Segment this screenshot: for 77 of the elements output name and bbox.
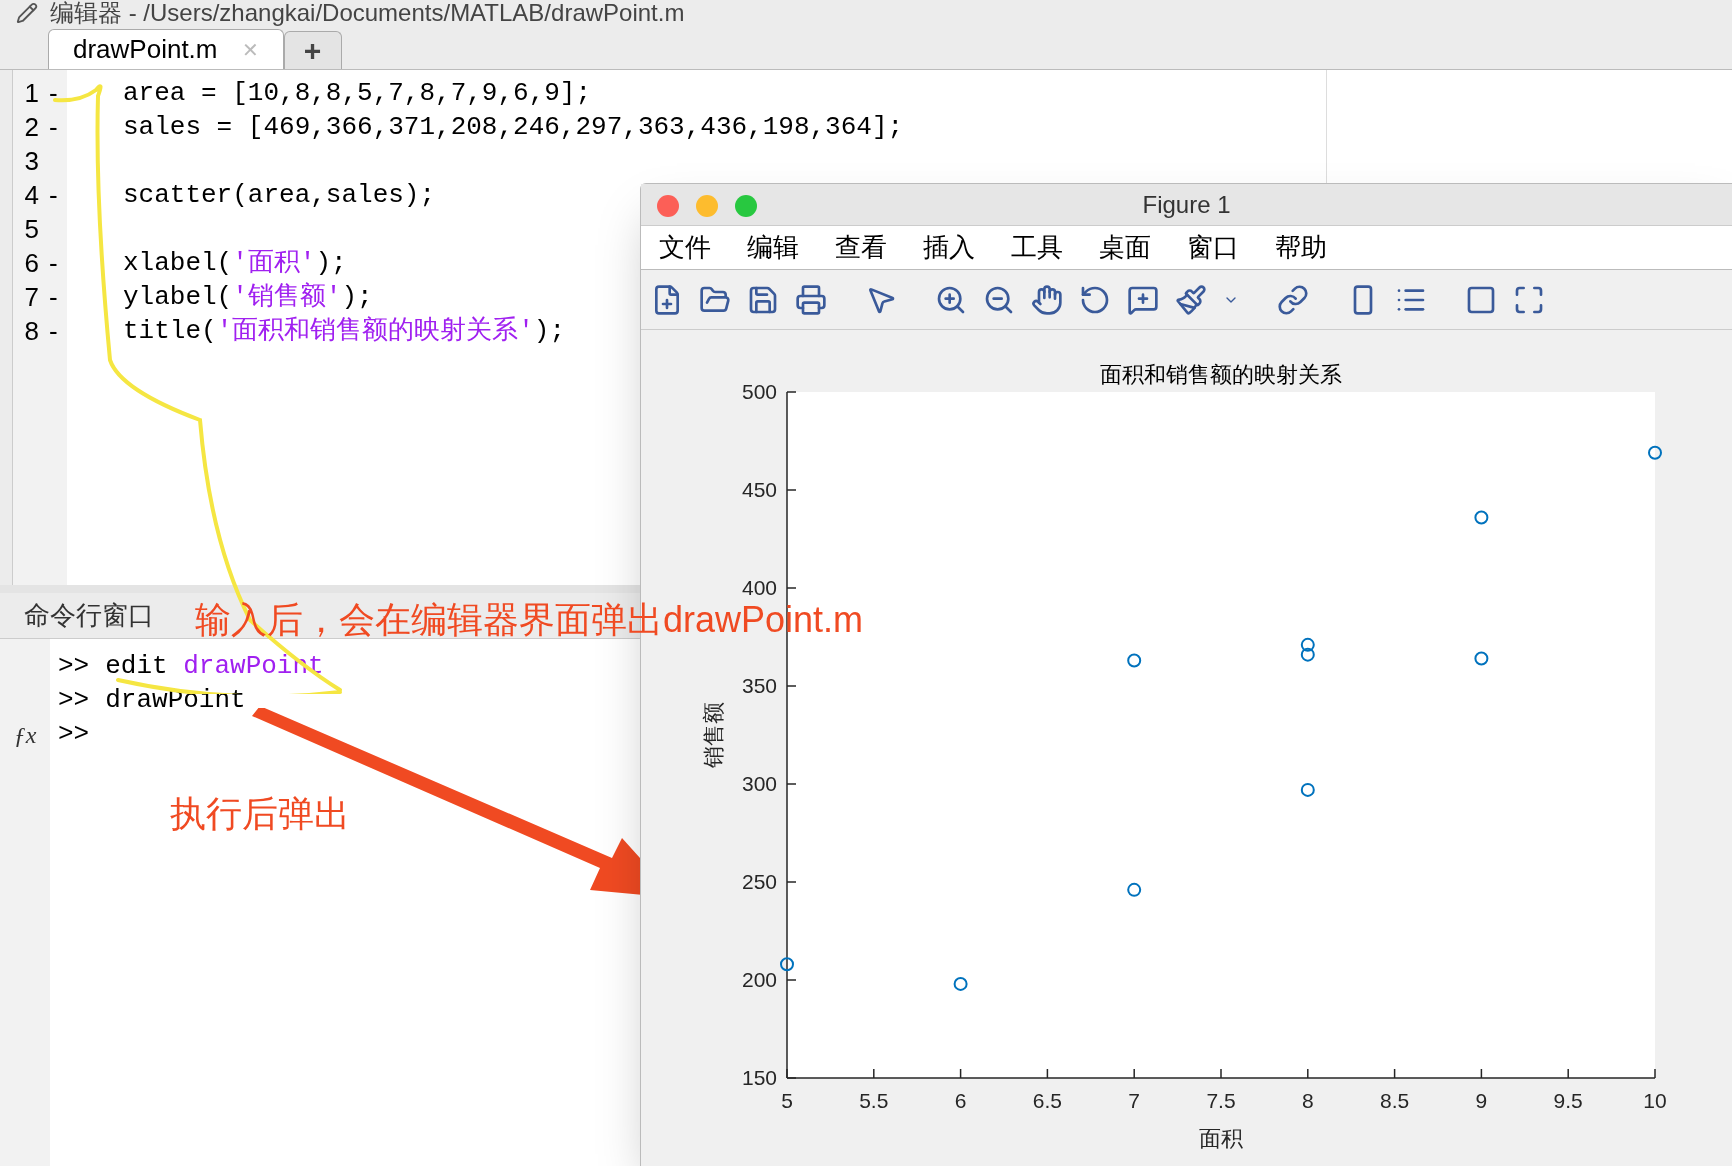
code-text: edit [105, 649, 169, 683]
line-number: 8 [23, 314, 39, 348]
string-literal: '面积和销售额的映射关系' [216, 314, 534, 348]
chart-title: 面积和销售额的映射关系 [1100, 362, 1342, 387]
brush-icon[interactable] [1175, 283, 1207, 316]
line-number: 7 [23, 280, 39, 314]
x-tick-label: 8 [1301, 1089, 1314, 1112]
y-tick-label: 400 [741, 576, 777, 599]
y-axis-label: 销售额 [701, 702, 726, 768]
x-tick-label: 9 [1475, 1089, 1488, 1112]
window-title: Figure 1 [1142, 189, 1231, 220]
menu-item[interactable]: 帮助 [1275, 228, 1327, 267]
panel-title: 命令行窗口 [24, 599, 154, 632]
y-tick-label: 500 [741, 380, 777, 403]
code-text: title( [123, 314, 217, 348]
menu-item[interactable]: 工具 [1011, 228, 1063, 267]
scatter-point [780, 957, 794, 972]
string-literal: '销售额' [232, 280, 342, 314]
line-number: 3 [23, 144, 39, 178]
y-tick-label: 300 [741, 772, 777, 795]
x-tick-label: 6 [954, 1089, 967, 1112]
x-axis-label: 面积 [1199, 1126, 1243, 1151]
annotation-text: 执行后弹出 [170, 796, 350, 832]
window-title: 编辑器 - /Users/zhangkai/Documents/MATLAB/drawPoint.m [50, 1, 685, 25]
y-tick-label: 350 [741, 674, 777, 697]
code-text: scatter(area,sales); [123, 178, 436, 212]
line-number: 5 [23, 212, 39, 246]
y-tick-label: 450 [741, 478, 777, 501]
scatter-point [1127, 882, 1142, 897]
code-text: ylabel( [123, 280, 233, 314]
breakpoint-marker[interactable]: - [49, 175, 58, 215]
hand-icon[interactable] [1031, 283, 1063, 316]
prompt: >> [58, 683, 90, 717]
x-tick-label: 7.5 [1206, 1089, 1236, 1112]
code-text: ); [315, 246, 347, 280]
link-icon[interactable] [1277, 283, 1309, 316]
line-number: 6 [23, 246, 39, 280]
menu-item[interactable]: 编辑 [747, 228, 799, 267]
add-tab-button[interactable]: + [283, 31, 342, 69]
y-tick-label: 150 [741, 1066, 777, 1089]
x-tick-label: 6.5 [1032, 1089, 1062, 1112]
scatter-point [1474, 510, 1489, 525]
menu-item[interactable]: 桌面 [1099, 228, 1151, 267]
x-tick-label: 5.5 [859, 1089, 889, 1112]
code-text: sales = [469,366,371,208,246,297,363,436,198,364]; [123, 110, 904, 144]
code-text: ); [533, 314, 566, 348]
function-icon[interactable]: ƒx [13, 717, 37, 753]
string-literal: '面积' [232, 246, 316, 280]
x-tick-label: 9.5 [1553, 1089, 1583, 1112]
code-text: area = [10,8,8,5,7,8,7,9,6,9]; [123, 76, 592, 110]
scatter-point [1648, 445, 1662, 460]
scatter-point [1300, 647, 1315, 662]
prompt: >> [58, 649, 90, 683]
scatter-point [1127, 653, 1142, 668]
scatter-point [1474, 651, 1489, 666]
x-tick-label: 7 [1128, 1089, 1141, 1112]
printer-icon[interactable] [795, 283, 827, 316]
menu-item[interactable]: 插入 [923, 228, 975, 267]
editor-tab[interactable]: drawPoint.m ✕ [48, 29, 284, 69]
menu-item[interactable]: 文件 [659, 228, 711, 267]
line-number: 4 [23, 178, 39, 212]
menu-item[interactable]: 窗口 [1187, 228, 1239, 267]
x-tick-label: 10 [1643, 1089, 1667, 1112]
pencil-icon [16, 2, 38, 24]
scatter-point [1300, 782, 1315, 797]
line-number: 1 [23, 76, 39, 110]
code-text: ); [341, 280, 373, 314]
prompt: >> [58, 717, 90, 751]
code-text: xlabel( [123, 246, 233, 280]
x-tick-label: 8.5 [1380, 1089, 1410, 1112]
x-tick-label: 5 [781, 1089, 793, 1112]
y-tick-label: 250 [741, 870, 777, 893]
y-tick-label: 200 [741, 968, 777, 991]
line-number: 2 [23, 110, 39, 144]
menu-item[interactable]: 查看 [835, 228, 887, 267]
scatter-point [953, 976, 968, 991]
scatter-point [1300, 637, 1315, 652]
